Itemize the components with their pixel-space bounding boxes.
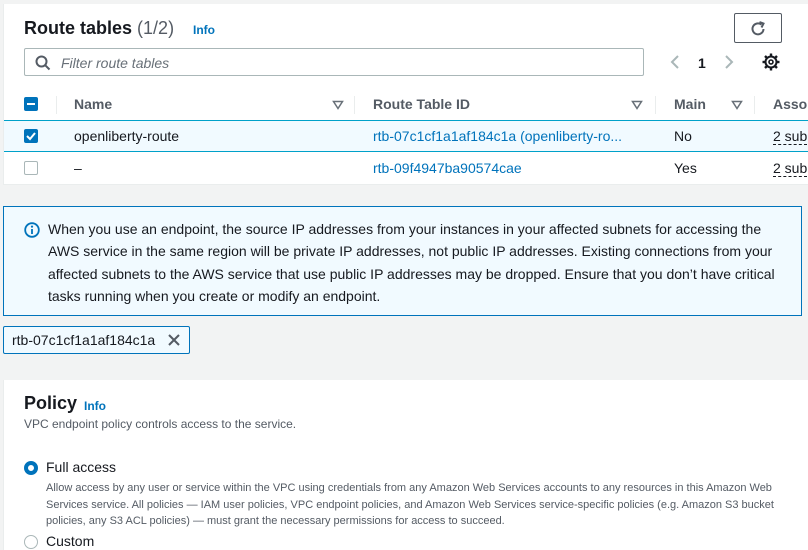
row-checkbox[interactable] bbox=[24, 129, 38, 143]
column-divider bbox=[56, 96, 57, 114]
table-row[interactable]: openliberty-route rtb-07c1cf1a1af184c1a … bbox=[4, 120, 808, 152]
route-table-id-link[interactable]: rtb-07c1cf1a1af184c1a (openliberty-ro... bbox=[373, 128, 622, 144]
table-row[interactable]: – rtb-09f4947ba90574cae Yes 2 sub bbox=[4, 152, 808, 184]
row-associations[interactable]: 2 sub bbox=[773, 160, 808, 177]
custom-radio[interactable] bbox=[24, 535, 38, 549]
route-tables-info-link[interactable]: Info bbox=[193, 23, 215, 37]
full-access-description: Allow access by any user or service with… bbox=[46, 482, 774, 527]
column-divider bbox=[655, 96, 656, 114]
route-tables-count: (1/2) bbox=[137, 18, 175, 38]
column-header-associations[interactable]: Asso bbox=[773, 96, 807, 112]
refresh-button[interactable] bbox=[734, 13, 782, 43]
policy-info-link[interactable]: Info bbox=[84, 399, 106, 413]
custom-label[interactable]: Custom bbox=[46, 533, 94, 549]
selected-route-table-token: rtb-07c1cf1a1af184c1a bbox=[3, 326, 191, 354]
gear-icon[interactable] bbox=[762, 53, 780, 71]
search-icon bbox=[35, 55, 51, 71]
row-main: Yes bbox=[674, 160, 697, 176]
previous-page-icon[interactable] bbox=[668, 54, 682, 70]
select-all-checkbox[interactable] bbox=[24, 97, 38, 111]
sort-caret-icon[interactable] bbox=[332, 99, 344, 111]
full-access-radio[interactable] bbox=[24, 461, 38, 475]
sort-caret-icon[interactable] bbox=[731, 99, 743, 111]
alert-message: When you use an endpoint, the source IP … bbox=[48, 221, 775, 304]
row-associations[interactable]: 2 sub bbox=[773, 128, 808, 145]
route-table-id-link[interactable]: rtb-09f4947ba90574cae bbox=[373, 160, 522, 176]
indeterminate-icon bbox=[27, 103, 35, 105]
policy-description: VPC endpoint policy controls access to t… bbox=[24, 417, 297, 431]
info-circle-icon bbox=[24, 222, 40, 238]
row-main: No bbox=[674, 128, 692, 144]
full-access-label[interactable]: Full access bbox=[46, 459, 116, 475]
route-tables-panel: Route tables (1/2) Info 1 bbox=[3, 4, 808, 185]
filter-route-tables-field[interactable] bbox=[24, 48, 644, 77]
next-page-icon[interactable] bbox=[722, 54, 736, 70]
filter-route-tables-input[interactable] bbox=[59, 49, 633, 77]
row-name: – bbox=[74, 160, 82, 176]
sort-caret-icon[interactable] bbox=[631, 99, 643, 111]
row-checkbox[interactable] bbox=[24, 161, 38, 175]
close-icon[interactable] bbox=[167, 333, 181, 347]
policy-title: Policy bbox=[24, 393, 78, 413]
column-header-name[interactable]: Name bbox=[74, 96, 112, 112]
row-name: openliberty-route bbox=[74, 128, 180, 144]
column-divider bbox=[354, 96, 355, 114]
checkmark-icon bbox=[26, 132, 36, 141]
policy-panel: Policy Info VPC endpoint policy controls… bbox=[3, 380, 808, 550]
current-page-number[interactable]: 1 bbox=[698, 55, 706, 71]
refresh-icon bbox=[751, 21, 765, 36]
column-divider bbox=[754, 96, 755, 114]
endpoint-info-alert: When you use an endpoint, the source IP … bbox=[3, 206, 802, 316]
column-header-route-table-id[interactable]: Route Table ID bbox=[373, 96, 470, 112]
token-label: rtb-07c1cf1a1af184c1a bbox=[12, 332, 156, 348]
route-tables-title: Route tables (1/2) bbox=[24, 18, 175, 38]
column-header-main[interactable]: Main bbox=[674, 96, 706, 112]
